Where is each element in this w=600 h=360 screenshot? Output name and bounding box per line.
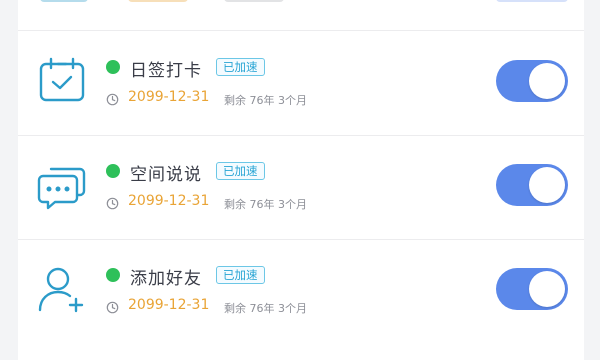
previous-row-date-fragment <box>128 0 188 2</box>
list-item-space-posts: 空间说说 已加速 2099-12-31 剩余 76年 3个月 <box>18 136 584 240</box>
expiry-date: 2099-12-31 <box>128 193 210 209</box>
status-dot <box>106 268 120 282</box>
expiry-date: 2099-12-31 <box>128 297 210 313</box>
previous-row-toggle-fragment <box>496 0 568 2</box>
list-item-add-friends: 添加好友 已加速 2099-12-31 剩余 76年 3个月 <box>18 240 584 344</box>
calendar-check-icon <box>36 55 88 107</box>
toggle-knob <box>529 63 565 99</box>
clock-icon <box>106 93 119 106</box>
item-name: 空间说说 <box>130 165 202 185</box>
item-name: 添加好友 <box>130 269 202 289</box>
previous-row-remaining-fragment <box>224 0 284 2</box>
status-dot <box>106 164 120 178</box>
status-badge: 已加速 <box>216 58 265 76</box>
toggle-switch-space-posts[interactable] <box>496 164 568 206</box>
chat-bubbles-icon <box>36 159 88 211</box>
clock-icon <box>106 301 119 314</box>
remaining-time: 剩余 76年 3个月 <box>224 302 307 315</box>
previous-row-icon-fragment <box>40 0 88 2</box>
row-divider <box>18 30 584 31</box>
previous-row-fragment <box>18 0 584 10</box>
toggle-knob <box>529 271 565 307</box>
remaining-time: 剩余 76年 3个月 <box>224 94 307 107</box>
status-badge: 已加速 <box>216 266 265 284</box>
toggle-switch-add-friends[interactable] <box>496 268 568 310</box>
expiry-date: 2099-12-31 <box>128 89 210 105</box>
list-item-daily-checkin: 日签打卡 已加速 2099-12-31 剩余 76年 3个月 <box>18 32 584 136</box>
remaining-time: 剩余 76年 3个月 <box>224 198 307 211</box>
toggle-switch-daily-checkin[interactable] <box>496 60 568 102</box>
add-user-icon <box>36 263 88 315</box>
clock-icon <box>106 197 119 210</box>
status-dot <box>106 60 120 74</box>
toggle-knob <box>529 167 565 203</box>
item-name: 日签打卡 <box>130 61 202 81</box>
status-badge: 已加速 <box>216 162 265 180</box>
